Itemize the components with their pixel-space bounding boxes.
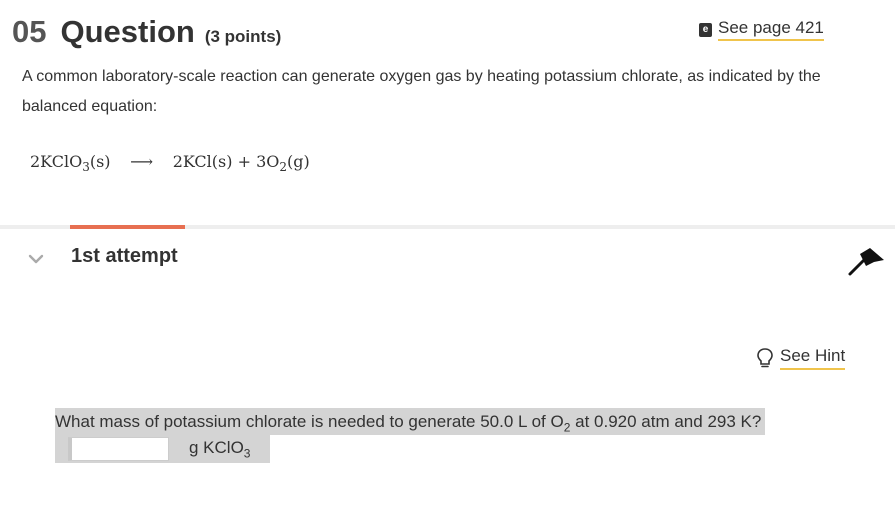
question-points: (3 points) — [204, 27, 282, 46]
attempt-heading: 1st attempt — [71, 245, 178, 267]
see-hint-link[interactable]: See Hint — [756, 346, 846, 370]
reaction-arrow-icon: ⟶ — [130, 152, 154, 171]
question-number: 05 — [12, 14, 47, 49]
see-page-label[interactable]: See page 421 — [718, 18, 824, 41]
answer-input[interactable] — [68, 437, 169, 461]
question-title: Question — [60, 14, 195, 49]
equation-product1: 2KCl(s) — [172, 152, 233, 171]
equation-reactant: 2KClO — [30, 152, 83, 171]
attempt-tab-indicator — [70, 225, 185, 229]
chevron-down-icon[interactable] — [28, 251, 44, 267]
prompt-text-after: at 0.920 atm and 293 K? — [570, 412, 762, 431]
lightbulb-icon — [757, 348, 773, 368]
question-intro: A common laboratory-scale reaction can g… — [22, 68, 821, 115]
answer-unit-sub: 3 — [243, 446, 251, 461]
answer-unit: g KClO3 — [189, 438, 250, 460]
prompt-text-before: What mass of potassium chlorate is neede… — [55, 412, 564, 431]
chemical-equation: 2KClO3(s) ⟶ 2KCl(s) + 3O2(g) — [30, 152, 310, 174]
equation-reactant-sub: 3 — [82, 160, 90, 175]
equation-product2-state: (g) — [287, 152, 310, 171]
ebook-icon: e — [699, 22, 712, 37]
equation-product2-sub: 2 — [279, 160, 288, 175]
see-page-link[interactable]: e See page 421 — [699, 18, 824, 41]
equation-plus: + — [237, 152, 251, 171]
equation-reactant-state: (s) — [89, 152, 111, 171]
answer-row: g KClO3 — [55, 435, 270, 463]
flag-icon[interactable] — [846, 246, 886, 278]
equation-product2: 3O — [256, 152, 280, 171]
answer-unit-prefix: g KClO — [189, 438, 244, 457]
question-header: 05 Question (3 points) — [12, 14, 281, 50]
see-hint-label[interactable]: See Hint — [780, 346, 846, 370]
question-prompt: What mass of potassium chlorate is neede… — [55, 408, 766, 435]
